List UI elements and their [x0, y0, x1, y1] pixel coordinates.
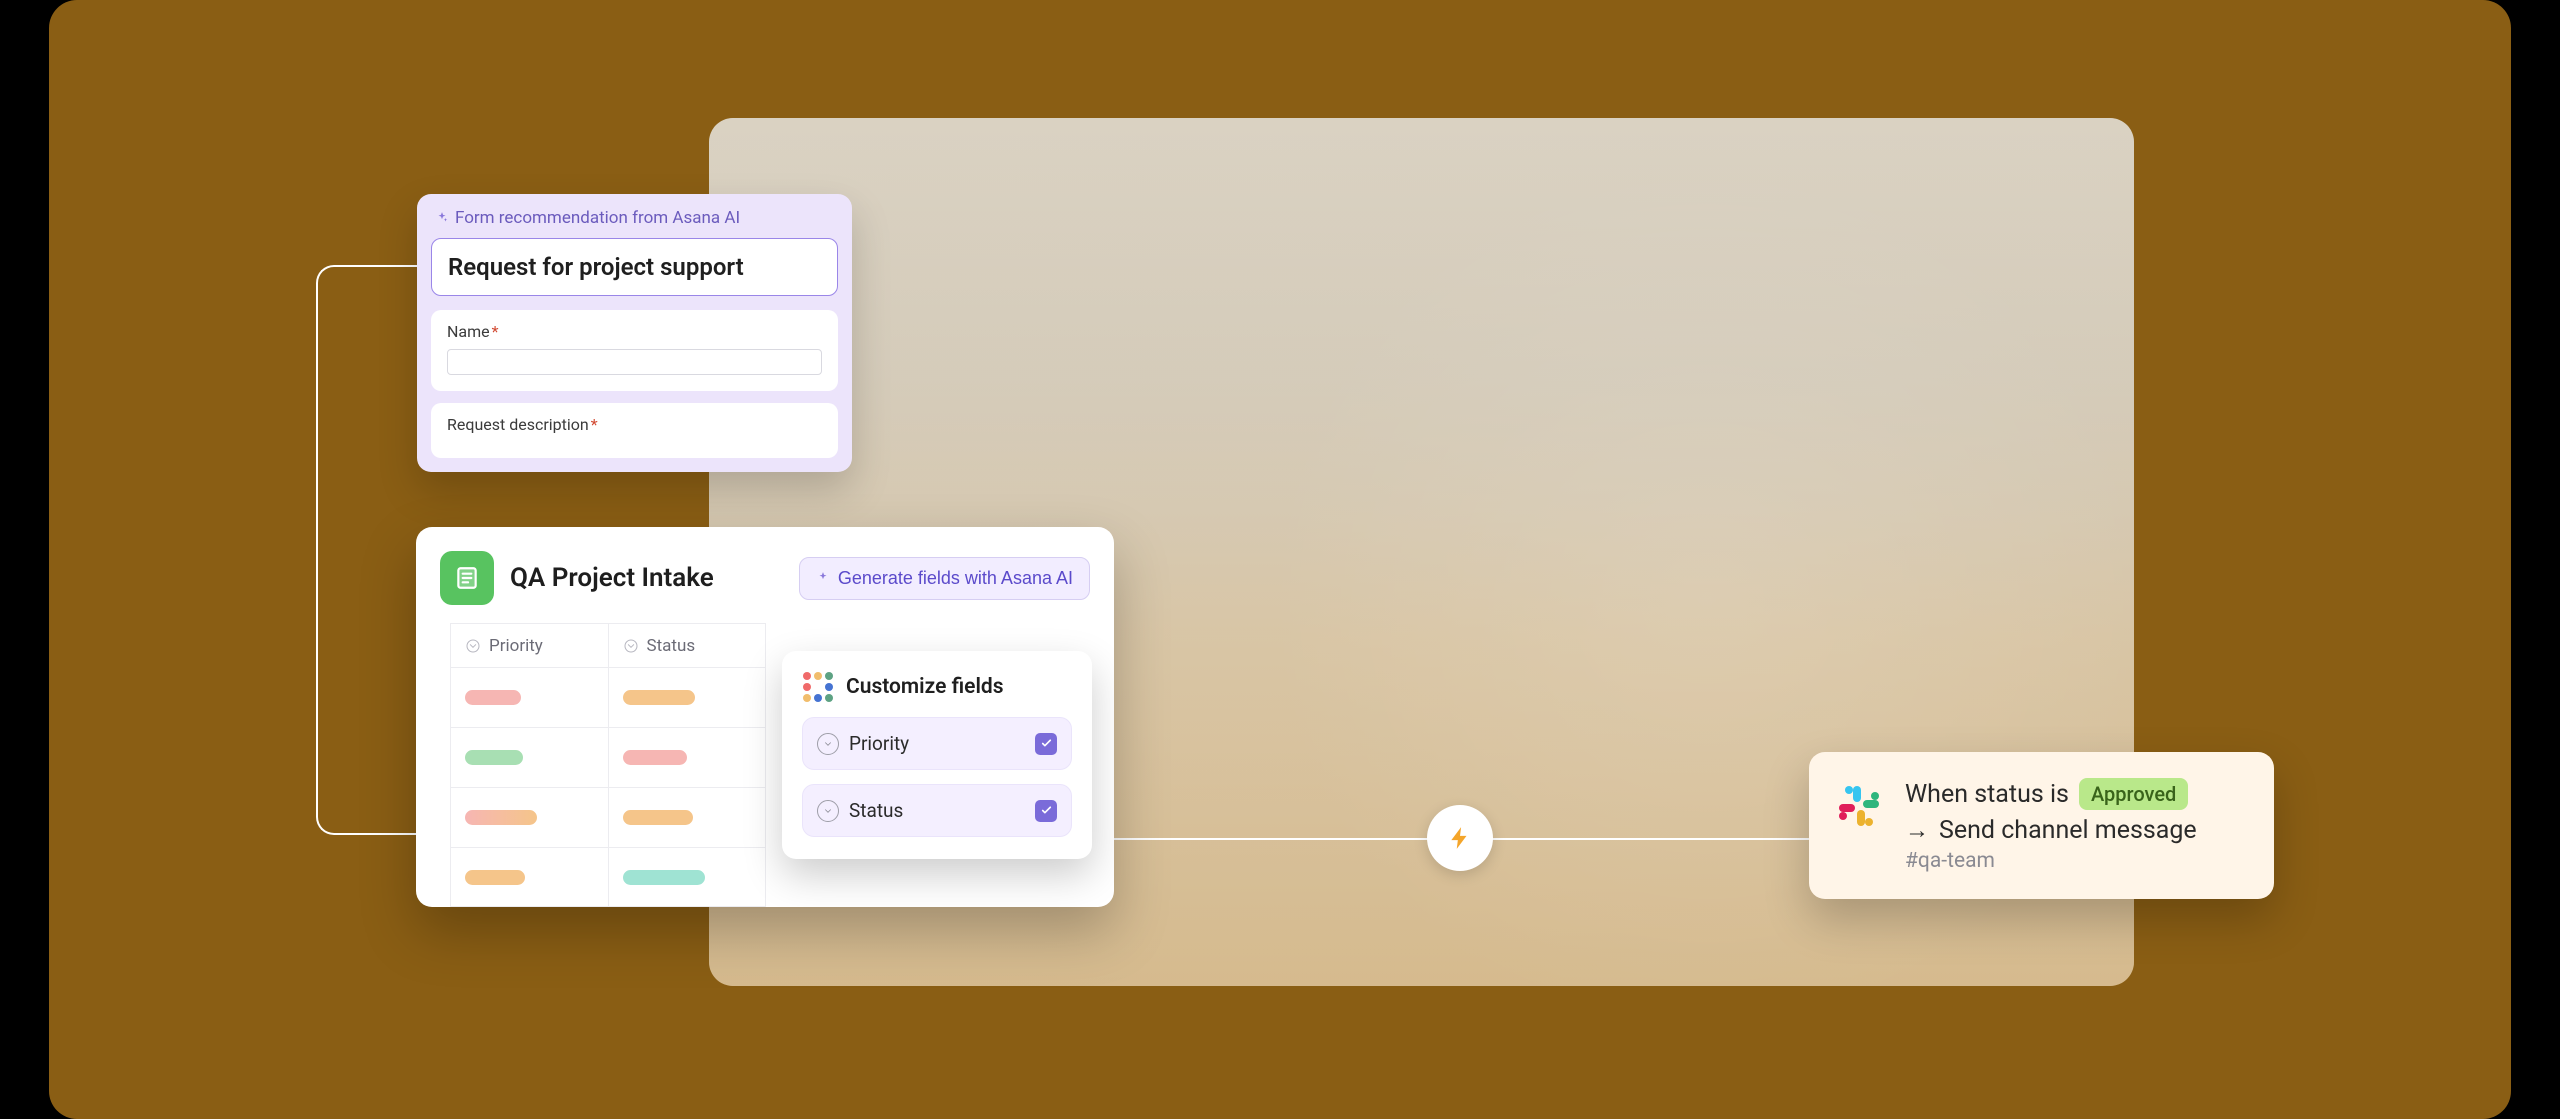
sparkle-icon — [816, 571, 830, 585]
intake-grid: Priority Status — [450, 623, 766, 907]
customize-fields-panel: Customize fields Priority Status — [782, 651, 1092, 859]
automation-condition: When status is Approved — [1905, 778, 2248, 810]
intake-title: QA Project Intake — [510, 563, 714, 593]
automation-body: When status is Approved → Send channel m… — [1905, 778, 2248, 873]
priority-pill — [465, 810, 537, 825]
automation-action: → Send channel message — [1905, 816, 2248, 845]
table-row — [450, 727, 766, 787]
status-pill — [623, 810, 693, 825]
col-header-priority: Priority — [450, 624, 609, 667]
form-recommendation-card: Form recommendation from Asana AI Reques… — [417, 194, 852, 472]
status-pill — [623, 750, 687, 765]
request-label: Request description — [447, 415, 589, 434]
field-label: Priority — [849, 732, 1035, 755]
name-label: Name — [447, 322, 490, 341]
action-text: Send channel message — [1939, 816, 2197, 845]
when-text: When status is — [1905, 780, 2069, 809]
form-title-text: Request for project support — [448, 253, 821, 281]
priority-pill — [465, 870, 525, 885]
priority-col-label: Priority — [489, 636, 543, 656]
priority-pill — [465, 690, 521, 705]
field-label: Status — [849, 799, 1035, 822]
form-hint-row: Form recommendation from Asana AI — [417, 194, 852, 238]
table-row — [450, 667, 766, 727]
priority-pill — [465, 750, 523, 765]
project-icon — [440, 551, 494, 605]
generate-fields-button[interactable]: Generate fields with Asana AI — [799, 557, 1090, 600]
table-row — [450, 847, 766, 907]
connector-left — [316, 265, 426, 835]
automation-bolt-icon — [1427, 805, 1493, 871]
required-mark: * — [591, 415, 598, 434]
form-hint-text: Form recommendation from Asana AI — [455, 208, 740, 228]
status-pill — [623, 870, 705, 885]
chevron-circle-icon — [817, 800, 839, 822]
name-input[interactable] — [447, 349, 822, 375]
intake-header: QA Project Intake Generate fields with A… — [416, 527, 1114, 623]
grid-header-row: Priority Status — [450, 623, 766, 667]
form-field-name: Name* — [431, 310, 838, 391]
field-row-priority[interactable]: Priority — [802, 717, 1072, 770]
table-row — [450, 787, 766, 847]
project-intake-card: QA Project Intake Generate fields with A… — [416, 527, 1114, 907]
form-field-request-description: Request description* — [431, 403, 838, 458]
chevron-circle-icon — [623, 638, 639, 654]
arrow-icon: → — [1905, 816, 1929, 845]
required-mark: * — [492, 322, 499, 341]
col-header-status: Status — [609, 624, 767, 667]
asana-logo-icon — [802, 671, 834, 703]
status-col-label: Status — [647, 636, 696, 656]
field-row-status[interactable]: Status — [802, 784, 1072, 837]
customize-title: Customize fields — [846, 675, 1004, 699]
checkbox-checked[interactable] — [1035, 733, 1057, 755]
automation-channel: #qa-team — [1905, 849, 2248, 873]
chevron-circle-icon — [817, 733, 839, 755]
slack-icon — [1833, 780, 1885, 832]
chevron-circle-icon — [465, 638, 481, 654]
automation-card: When status is Approved → Send channel m… — [1809, 752, 2274, 899]
customize-header: Customize fields — [802, 671, 1072, 703]
stage-background: Form recommendation from Asana AI Reques… — [49, 0, 2511, 1119]
checkbox-checked[interactable] — [1035, 800, 1057, 822]
form-title-input[interactable]: Request for project support — [431, 238, 838, 296]
status-badge: Approved — [2079, 778, 2188, 810]
sparkle-icon — [435, 211, 449, 225]
generate-fields-label: Generate fields with Asana AI — [838, 568, 1073, 589]
status-pill — [623, 690, 695, 705]
